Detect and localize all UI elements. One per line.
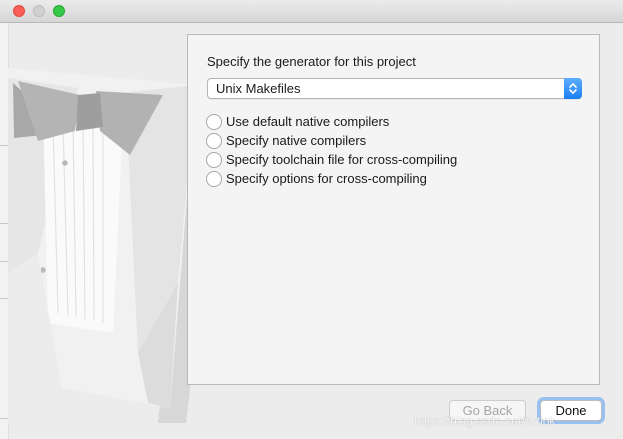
radio-label: Specify native compilers (226, 133, 367, 148)
radio-label: Specify toolchain file for cross-compili… (226, 152, 458, 167)
radio-label: Use default native compilers (226, 114, 390, 129)
close-window-button[interactable] (13, 5, 25, 17)
generator-prompt: Specify the generator for this project (207, 54, 416, 69)
title-bar (0, 0, 623, 23)
radio-button-selected-icon[interactable] (206, 114, 222, 130)
watermark-text: https://blog.csdn.net/Artiok (414, 414, 556, 428)
generator-select[interactable]: Unix Makefiles (207, 78, 582, 99)
radio-button-icon[interactable] (206, 171, 222, 187)
up-down-arrows-icon[interactable] (564, 78, 582, 99)
radio-button-icon[interactable] (206, 152, 222, 168)
zoom-window-button[interactable] (53, 5, 65, 17)
tuxedo-bowtie-illustration (8, 23, 198, 423)
generator-selected-value: Unix Makefiles (216, 81, 301, 96)
radio-label: Specify options for cross-compiling (226, 171, 427, 186)
radio-button-icon[interactable] (206, 133, 222, 149)
generator-settings-panel: Specify the generator for this project U… (187, 34, 600, 385)
minimize-window-button[interactable] (33, 5, 45, 17)
